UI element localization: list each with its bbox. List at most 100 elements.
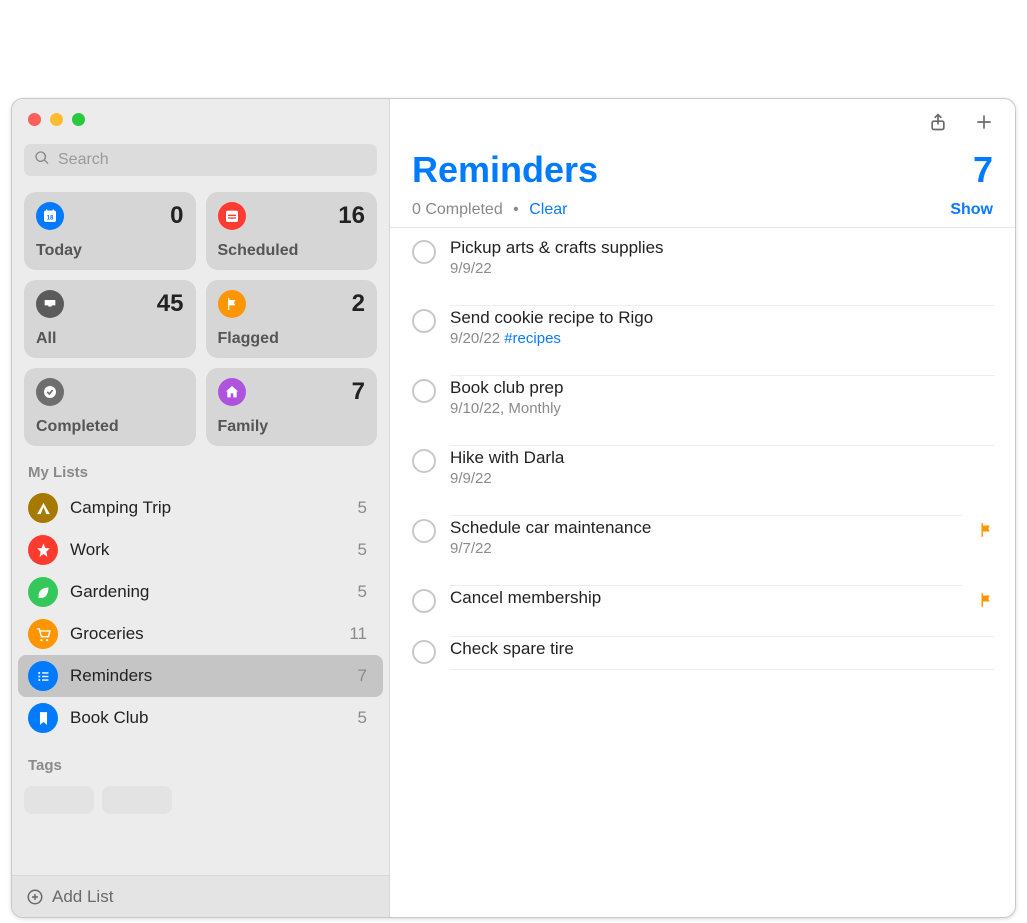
complete-checkbox[interactable]	[412, 640, 436, 664]
list-label: Camping Trip	[70, 498, 346, 518]
reminder-meta: 9/9/22	[450, 260, 995, 277]
smart-list-label: Scheduled	[218, 242, 366, 260]
list-label: Book Club	[70, 708, 346, 728]
calendar-lines-icon	[218, 202, 246, 230]
reminder-title: Schedule car maintenance	[450, 518, 963, 538]
list-count: 11	[349, 624, 373, 644]
check-icon	[36, 378, 64, 406]
bookmark-icon	[28, 703, 58, 733]
reminder-meta: 9/10/22, Monthly	[450, 400, 995, 417]
complete-checkbox[interactable]	[412, 449, 436, 473]
smart-list-count: 2	[352, 290, 365, 318]
smart-list-label: All	[36, 330, 184, 348]
complete-checkbox[interactable]	[412, 240, 436, 264]
smart-list-label: Completed	[36, 418, 184, 436]
calendar-icon: 18	[36, 202, 64, 230]
smart-list-count: 0	[170, 202, 183, 230]
reminder-title: Book club prep	[450, 378, 995, 398]
my-lists: Camping Trip 5 Work 5 Gardening 5 Groceries 11 R…	[12, 487, 389, 739]
completed-count: 0 Completed	[412, 201, 503, 218]
clear-completed-button[interactable]: Clear	[529, 201, 567, 218]
house-icon	[218, 378, 246, 406]
sidebar-list-camping[interactable]: Camping Trip 5	[18, 487, 383, 529]
toolbar	[390, 99, 1015, 145]
reminder-meta: 9/20/22 #recipes	[450, 330, 995, 347]
list-icon	[28, 661, 58, 691]
reminder-item[interactable]: Cancel membership	[398, 577, 1015, 628]
tag-pill[interactable]	[24, 786, 94, 814]
search-input[interactable]: Search	[24, 144, 377, 176]
tag-pill[interactable]	[102, 786, 172, 814]
list-label: Reminders	[70, 666, 346, 686]
list-label: Work	[70, 540, 346, 560]
complete-checkbox[interactable]	[412, 379, 436, 403]
search-placeholder: Search	[58, 151, 109, 169]
share-button[interactable]	[927, 111, 949, 133]
search-icon	[34, 150, 50, 171]
smart-list-count: 45	[157, 290, 184, 318]
sidebar-list-reminders[interactable]: Reminders 7	[18, 655, 383, 697]
tray-icon	[36, 290, 64, 318]
svg-text:18: 18	[47, 215, 54, 221]
smart-list-all[interactable]: 45 All	[24, 280, 196, 358]
cart-icon	[28, 619, 58, 649]
reminder-item[interactable]: Hike with Darla 9/9/22	[398, 437, 1015, 507]
complete-checkbox[interactable]	[412, 589, 436, 613]
smart-list-count: 7	[352, 378, 365, 406]
list-count: 5	[358, 498, 373, 518]
leaf-icon	[28, 577, 58, 607]
main-pane: Reminders 7 0 Completed • Clear Show Pic…	[390, 99, 1015, 917]
add-list-button[interactable]: Add List	[12, 875, 389, 917]
reminder-item[interactable]: Pickup arts & crafts supplies 9/9/22	[398, 228, 1015, 297]
smart-list-family[interactable]: 7Family	[206, 368, 378, 446]
zoom-window-button[interactable]	[72, 113, 85, 126]
complete-checkbox[interactable]	[412, 519, 436, 543]
add-reminder-button[interactable]	[973, 111, 995, 133]
plus-circle-icon	[26, 888, 44, 906]
reminder-item[interactable]: Book club prep 9/10/22, Monthly	[398, 367, 1015, 437]
minimize-window-button[interactable]	[50, 113, 63, 126]
reminder-title: Pickup arts & crafts supplies	[450, 238, 995, 258]
smart-list-scheduled[interactable]: 16 Scheduled	[206, 192, 378, 270]
tags-header: Tags	[12, 739, 389, 780]
sidebar-list-bookclub[interactable]: Book Club 5	[18, 697, 383, 739]
smart-list-count: 16	[338, 202, 365, 230]
sidebar-list-work[interactable]: Work 5	[18, 529, 383, 571]
sidebar-list-groceries[interactable]: Groceries 11	[18, 613, 383, 655]
reminder-item[interactable]: Send cookie recipe to Rigo 9/20/22 #recip…	[398, 297, 1015, 367]
flag-icon	[977, 591, 995, 609]
list-count: 5	[358, 582, 373, 602]
smart-list-label: Today	[36, 242, 184, 260]
reminder-title: Check spare tire	[450, 639, 995, 659]
flag-icon	[218, 290, 246, 318]
my-lists-header: My Lists	[12, 446, 389, 487]
list-count: 7	[358, 666, 373, 686]
reminder-item[interactable]: Schedule car maintenance 9/7/22	[398, 507, 1015, 577]
close-window-button[interactable]	[28, 113, 41, 126]
sidebar-list-gardening[interactable]: Gardening 5	[18, 571, 383, 613]
add-list-label: Add List	[52, 887, 113, 907]
reminder-item[interactable]: Check spare tire	[398, 628, 1015, 680]
reminder-meta: 9/9/22	[450, 470, 995, 487]
smart-list-flagged[interactable]: 2Flagged	[206, 280, 378, 358]
reminder-title: Hike with Darla	[450, 448, 995, 468]
reminder-meta: 9/7/22	[450, 540, 963, 557]
reminder-title: Send cookie recipe to Rigo	[450, 308, 995, 328]
show-completed-button[interactable]: Show	[950, 201, 993, 219]
sidebar: Search 18 0 Today 16 Scheduled 45 All 2Flagged C…	[12, 99, 390, 917]
complete-checkbox[interactable]	[412, 309, 436, 333]
smart-lists-grid: 18 0 Today 16 Scheduled 45 All 2Flagged Complete…	[12, 192, 389, 446]
list-title: Reminders	[412, 149, 598, 191]
reminders-window: Search 18 0 Today 16 Scheduled 45 All 2Flagged C…	[11, 98, 1016, 918]
reminder-title: Cancel membership	[450, 588, 963, 608]
smart-list-completed[interactable]: Completed	[24, 368, 196, 446]
list-label: Groceries	[70, 624, 337, 644]
list-count: 5	[358, 540, 373, 560]
list-label: Gardening	[70, 582, 346, 602]
list-count: 7	[973, 149, 993, 191]
reminder-tag[interactable]: #recipes	[504, 330, 561, 347]
smart-list-today[interactable]: 18 0 Today	[24, 192, 196, 270]
window-controls	[12, 99, 389, 126]
tent-icon	[28, 493, 58, 523]
list-count: 5	[358, 708, 373, 728]
